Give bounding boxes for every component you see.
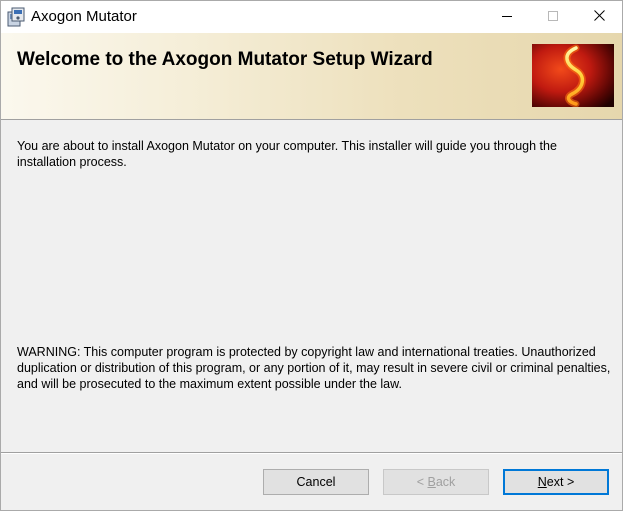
banner-title: Welcome to the Axogon Mutator Setup Wiza… (17, 49, 433, 70)
installer-icon (7, 7, 25, 27)
intro-text: You are about to install Axogon Mutator … (17, 139, 557, 169)
minimize-icon (502, 8, 512, 26)
minimize-button[interactable] (484, 1, 530, 33)
next-label: ext (546, 475, 564, 489)
cancel-label: Cancel (296, 475, 336, 489)
back-mnemonic: B (427, 475, 436, 489)
footer-divider (1, 452, 622, 454)
maximize-button[interactable] (530, 1, 576, 33)
setup-window: Axogon Mutator Welcome to the Axogon Mut… (0, 0, 623, 511)
next-mnemonic: N (537, 475, 547, 489)
next-arrow: > (566, 475, 575, 489)
cancel-button[interactable]: Cancel (263, 469, 369, 495)
close-icon (593, 8, 605, 26)
wizard-banner: Welcome to the Axogon Mutator Setup Wiza… (1, 33, 622, 120)
maximize-icon (548, 8, 558, 26)
swirl-logo-icon (532, 44, 614, 108)
window-title: Axogon Mutator (31, 8, 137, 25)
next-button[interactable]: Next > (503, 469, 609, 495)
back-label: ack (435, 475, 456, 489)
title-bar[interactable]: Axogon Mutator (1, 1, 622, 33)
copyright-warning: WARNING: This computer program is protec… (17, 345, 611, 391)
back-arrow: < (416, 475, 425, 489)
back-button[interactable]: < Back (383, 469, 489, 495)
close-button[interactable] (576, 1, 622, 33)
